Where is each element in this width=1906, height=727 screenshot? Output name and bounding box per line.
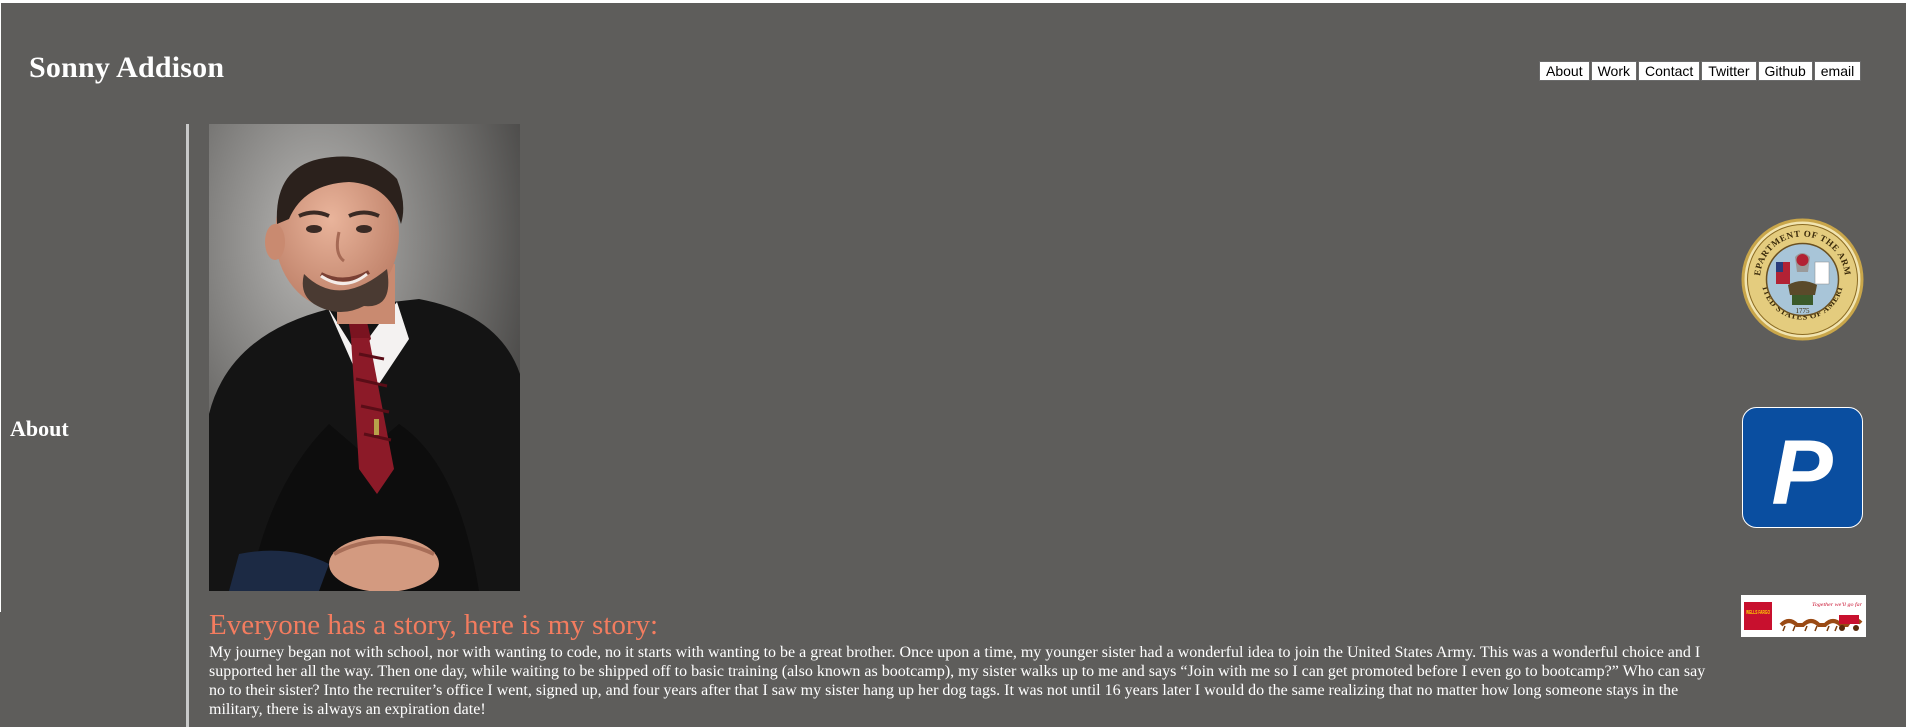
page-top-border bbox=[0, 0, 1906, 3]
story-paragraph: My journey began not with school, nor wi… bbox=[209, 644, 1706, 718]
wf-tagline: Together we'll go far bbox=[1812, 603, 1862, 608]
page-left-border bbox=[0, 0, 1, 612]
p-brand-logo[interactable]: P bbox=[1742, 407, 1863, 528]
seal-year: 1775 bbox=[1796, 307, 1811, 315]
p-logo-letter: P bbox=[1771, 422, 1833, 524]
wells-fargo-banner[interactable]: WELLS FARGO Together we'll go far bbox=[1741, 595, 1866, 637]
nav-twitter-button[interactable]: Twitter bbox=[1701, 61, 1757, 81]
nav-work-button[interactable]: Work bbox=[1590, 61, 1638, 81]
nav-about-button[interactable]: About bbox=[1539, 61, 1590, 81]
wf-badge-text: WELLS FARGO bbox=[1746, 610, 1770, 616]
story-heading: Everyone has a story, here is my story: bbox=[209, 609, 659, 641]
section-heading-about: About bbox=[10, 416, 69, 441]
top-nav: About Work Contact Twitter Github email bbox=[1539, 61, 1862, 81]
army-seal-logo[interactable]: DEPARTMENT OF THE ARMY UNITED STATES OF … bbox=[1740, 217, 1865, 342]
nav-email-button[interactable]: email bbox=[1813, 61, 1862, 81]
nav-github-button[interactable]: Github bbox=[1757, 61, 1813, 81]
content-divider bbox=[186, 124, 189, 727]
site-title: Sonny Addison bbox=[29, 51, 225, 84]
portrait-photo bbox=[209, 124, 520, 591]
nav-contact-button[interactable]: Contact bbox=[1638, 61, 1701, 81]
